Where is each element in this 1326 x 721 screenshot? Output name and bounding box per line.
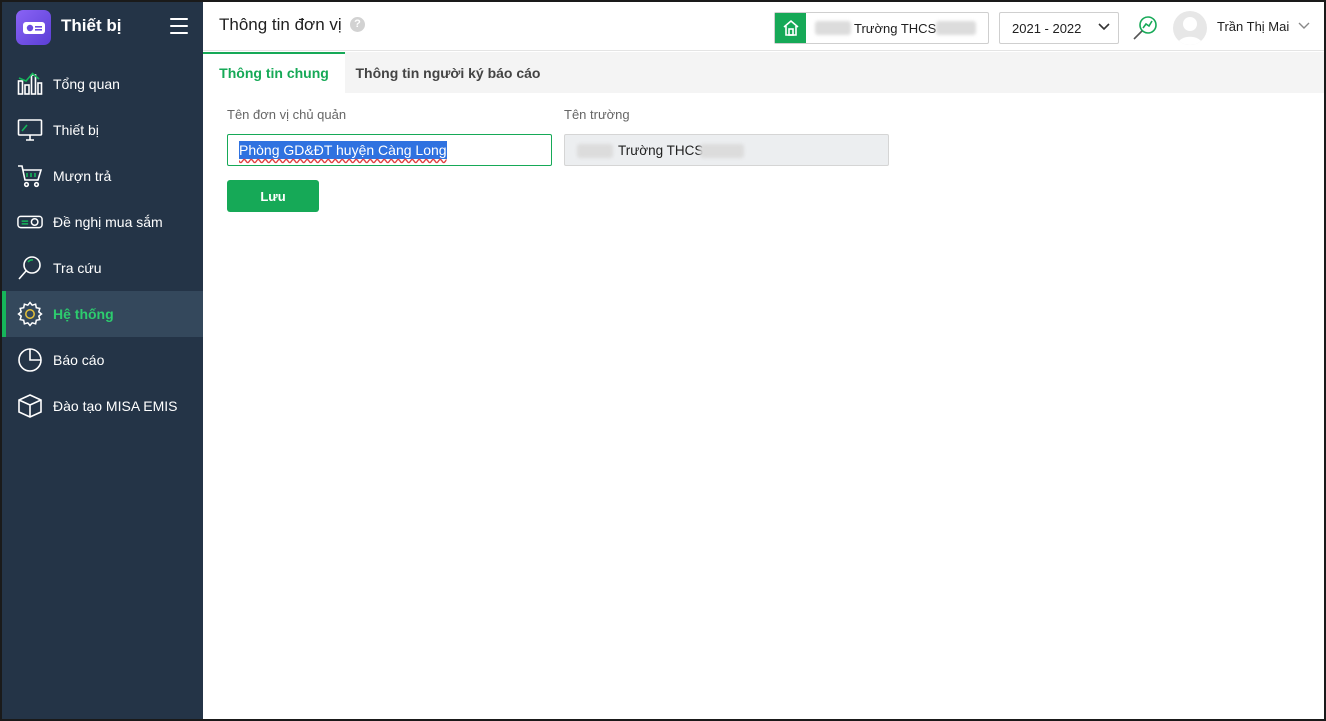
sidebar-item-he-thong[interactable]: Hệ thống [2,291,203,337]
school-selector-name: Trường THCS [854,21,937,36]
hamburger-menu-icon[interactable] [170,18,188,34]
redacted-text [936,21,976,35]
school-year-value: 2021 - 2022 [1012,21,1082,36]
pie-chart-icon [17,347,43,373]
sidebar-item-label: Đào tạo MISA EMIS [53,398,178,414]
sidebar-item-thiet-bi[interactable]: Thiết bị [2,107,203,153]
projector-icon [17,209,43,235]
sidebar-item-muon-tra[interactable]: Mượn trả [2,153,203,199]
brand: Thiết bị [2,2,203,52]
sidebar-item-tra-cuu[interactable]: Tra cứu [2,245,203,291]
redacted-text [700,144,744,158]
gear-icon [17,301,43,327]
user-avatar[interactable] [1173,11,1207,45]
top-header: Thông tin đơn vị ? Trường THCS 2021 - 20… [203,2,1324,51]
school-name-input: Trường THCS [564,134,889,166]
school-year-select[interactable]: 2021 - 2022 [999,12,1119,44]
sidebar-item-bao-cao[interactable]: Báo cáo [2,337,203,383]
user-name[interactable]: Trần Thị Mai [1217,19,1289,34]
page-title: Thông tin đơn vị [219,15,342,34]
home-icon [775,13,806,43]
dashboard-chart-icon [17,71,43,97]
unit-name-value: Phòng GD&ĐT huyện Càng Long [239,141,447,159]
chevron-down-icon [1098,23,1110,31]
search-icon [17,255,43,281]
sidebar-item-label: Tra cứu [53,260,102,276]
school-name-value: Trường THCS [618,143,704,158]
save-button[interactable]: Lưu [227,180,319,212]
school-field-label: Tên trường [564,107,630,122]
app-title: Thiết bị [61,16,122,35]
school-selector[interactable]: Trường THCS [774,12,989,44]
unit-name-input[interactable]: Phòng GD&ĐT huyện Càng Long [227,134,552,166]
sidebar-item-label: Đề nghị mua sắm [53,214,163,230]
tab-thong-tin-chung[interactable]: Thông tin chung [203,52,345,93]
tab-bar: Thông tin chung Thông tin người ký báo c… [203,52,1324,93]
redacted-text [577,144,613,158]
unit-field-label: Tên đơn vị chủ quản [227,107,347,122]
cart-icon [17,163,43,189]
chevron-down-icon[interactable] [1298,22,1310,30]
sidebar-item-label: Hệ thống [53,306,114,322]
tab-thong-tin-nguoi-ky[interactable]: Thông tin người ký báo cáo [353,52,543,93]
sidebar-item-de-nghi-mua-sam[interactable]: Đề nghị mua sắm [2,199,203,245]
search-stats-icon[interactable] [1132,15,1158,41]
box-icon [17,393,43,419]
sidebar-item-label: Báo cáo [53,352,105,368]
redacted-text [815,21,851,35]
app-window: Thiết bị Tổng quan Thiết bị Mượn trả Đề … [0,0,1326,721]
sidebar: Thiết bị Tổng quan Thiết bị Mượn trả Đề … [2,2,203,719]
monitor-icon [17,117,43,143]
sidebar-item-label: Tổng quan [53,76,120,92]
sidebar-item-tong-quan[interactable]: Tổng quan [2,61,203,107]
sidebar-nav: Tổng quan Thiết bị Mượn trả Đề nghị mua … [2,61,203,429]
app-logo-icon [16,10,51,45]
sidebar-item-dao-tao[interactable]: Đào tạo MISA EMIS [2,383,203,429]
help-icon[interactable]: ? [350,17,365,32]
tab-label: Thông tin chung [219,65,329,81]
sidebar-item-label: Thiết bị [53,122,99,138]
sidebar-item-label: Mượn trả [53,168,112,184]
tab-label: Thông tin người ký báo cáo [355,65,541,81]
